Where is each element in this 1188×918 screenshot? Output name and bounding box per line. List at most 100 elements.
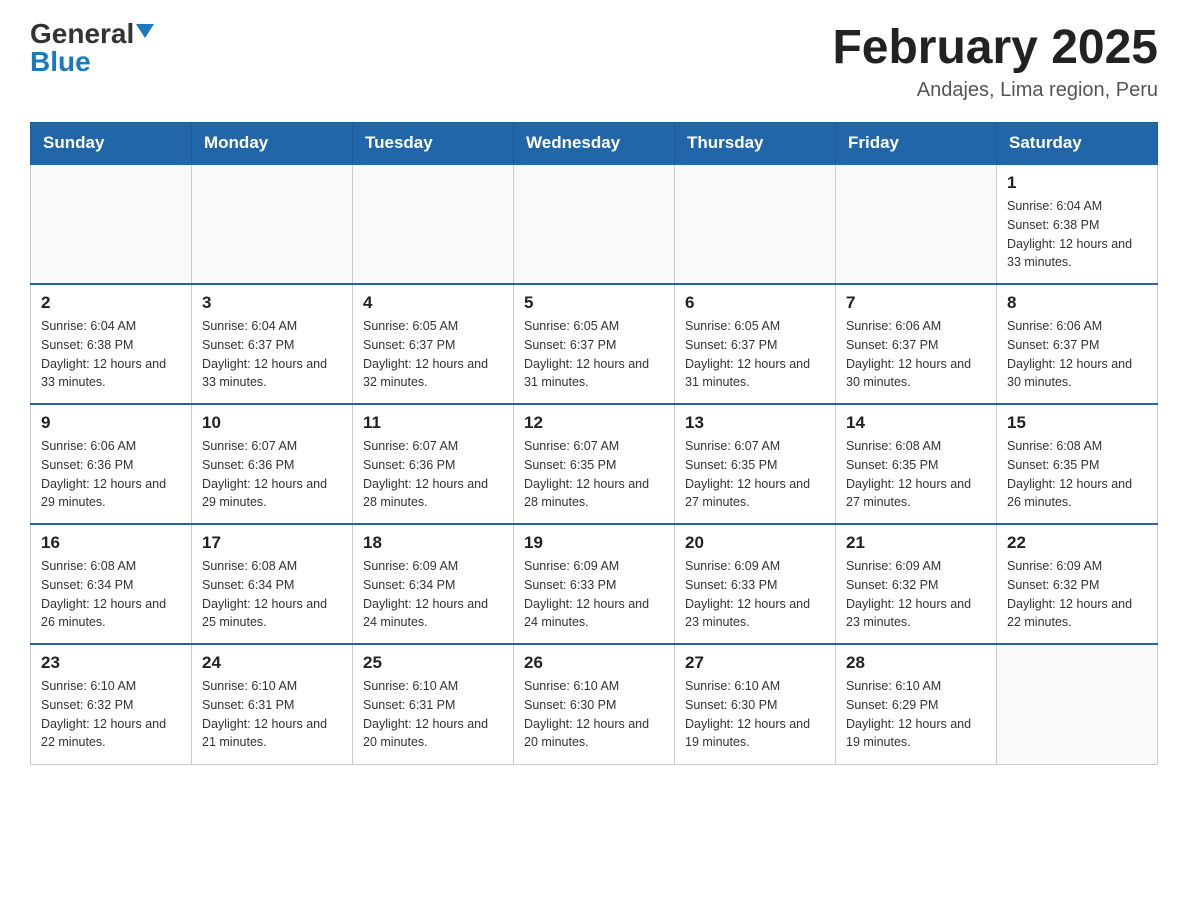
calendar-cell: 20 Sunrise: 6:09 AM Sunset: 6:33 PM Dayli… xyxy=(675,524,836,644)
day-number: 2 xyxy=(41,293,181,313)
calendar-cell: 7Sunrise: 6:06 AM Sunset: 6:37 PM Daylig… xyxy=(836,284,997,404)
day-info: Sunrise: 6:09 AM Sunset: 6:33 PM Dayligh… xyxy=(524,557,664,632)
day-number: 19 xyxy=(524,533,664,553)
day-info: Sunrise: 6:07 AM Sunset: 6:36 PM Dayligh… xyxy=(202,437,342,512)
day-info: Sunrise: 6:09 AM Sunset: 6:34 PM Dayligh… xyxy=(363,557,503,632)
logo-general: General xyxy=(30,20,134,48)
calendar-header: SundayMondayTuesdayWednesdayThursdayFrid… xyxy=(31,123,1158,165)
day-number: 10 xyxy=(202,413,342,433)
day-info: Sunrise: 6:08 AM Sunset: 6:34 PM Dayligh… xyxy=(202,557,342,632)
day-info: Sunrise: 6:10 AM Sunset: 6:30 PM Dayligh… xyxy=(524,677,664,752)
day-number: 27 xyxy=(685,653,825,673)
day-number: 14 xyxy=(846,413,986,433)
day-number: 6 xyxy=(685,293,825,313)
day-info: Sunrise: 6:10 AM Sunset: 6:31 PM Dayligh… xyxy=(202,677,342,752)
day-header-thursday: Thursday xyxy=(675,123,836,165)
logo: General Blue xyxy=(30,20,154,76)
calendar-cell xyxy=(353,164,514,284)
calendar-cell: 10 Sunrise: 6:07 AM Sunset: 6:36 PM Dayli… xyxy=(192,404,353,524)
day-info: Sunrise: 6:09 AM Sunset: 6:33 PM Dayligh… xyxy=(685,557,825,632)
calendar-cell: 17 Sunrise: 6:08 AM Sunset: 6:34 PM Dayli… xyxy=(192,524,353,644)
day-info: Sunrise: 6:07 AM Sunset: 6:36 PM Dayligh… xyxy=(363,437,503,512)
day-number: 28 xyxy=(846,653,986,673)
calendar-cell: 2 Sunrise: 6:04 AM Sunset: 6:38 PM Daylig… xyxy=(31,284,192,404)
calendar-week-2: 9 Sunrise: 6:06 AM Sunset: 6:36 PM Daylig… xyxy=(31,404,1158,524)
page-header: General Blue February 2025 Andajes, Lima… xyxy=(30,20,1158,102)
calendar-cell xyxy=(31,164,192,284)
calendar-cell: 14 Sunrise: 6:08 AM Sunset: 6:35 PM Dayli… xyxy=(836,404,997,524)
day-number: 8 xyxy=(1007,293,1147,313)
calendar-cell: 4Sunrise: 6:05 AM Sunset: 6:37 PM Daylig… xyxy=(353,284,514,404)
logo-blue: Blue xyxy=(30,48,91,76)
day-info: Sunrise: 6:08 AM Sunset: 6:35 PM Dayligh… xyxy=(846,437,986,512)
calendar-cell: 15 Sunrise: 6:08 AM Sunset: 6:35 PM Dayli… xyxy=(997,404,1158,524)
day-header-sunday: Sunday xyxy=(31,123,192,165)
calendar-cell xyxy=(192,164,353,284)
logo-arrow-icon xyxy=(136,24,154,43)
day-number: 12 xyxy=(524,413,664,433)
calendar-cell xyxy=(836,164,997,284)
calendar-cell: 22Sunrise: 6:09 AM Sunset: 6:32 PM Dayli… xyxy=(997,524,1158,644)
day-header-friday: Friday xyxy=(836,123,997,165)
calendar-cell xyxy=(997,644,1158,764)
calendar-cell: 26 Sunrise: 6:10 AM Sunset: 6:30 PM Dayli… xyxy=(514,644,675,764)
day-info: Sunrise: 6:04 AM Sunset: 6:38 PM Dayligh… xyxy=(41,317,181,392)
calendar-cell: 13Sunrise: 6:07 AM Sunset: 6:35 PM Dayli… xyxy=(675,404,836,524)
calendar-week-1: 2 Sunrise: 6:04 AM Sunset: 6:38 PM Daylig… xyxy=(31,284,1158,404)
day-number: 26 xyxy=(524,653,664,673)
day-info: Sunrise: 6:06 AM Sunset: 6:37 PM Dayligh… xyxy=(846,317,986,392)
calendar-cell: 19 Sunrise: 6:09 AM Sunset: 6:33 PM Dayli… xyxy=(514,524,675,644)
day-number: 15 xyxy=(1007,413,1147,433)
day-info: Sunrise: 6:05 AM Sunset: 6:37 PM Dayligh… xyxy=(524,317,664,392)
day-number: 5 xyxy=(524,293,664,313)
day-header-wednesday: Wednesday xyxy=(514,123,675,165)
calendar-cell: 5 Sunrise: 6:05 AM Sunset: 6:37 PM Daylig… xyxy=(514,284,675,404)
day-info: Sunrise: 6:08 AM Sunset: 6:35 PM Dayligh… xyxy=(1007,437,1147,512)
day-info: Sunrise: 6:10 AM Sunset: 6:31 PM Dayligh… xyxy=(363,677,503,752)
day-info: Sunrise: 6:05 AM Sunset: 6:37 PM Dayligh… xyxy=(363,317,503,392)
calendar-cell: 8 Sunrise: 6:06 AM Sunset: 6:37 PM Daylig… xyxy=(997,284,1158,404)
day-info: Sunrise: 6:06 AM Sunset: 6:36 PM Dayligh… xyxy=(41,437,181,512)
calendar-cell: 25 Sunrise: 6:10 AM Sunset: 6:31 PM Dayli… xyxy=(353,644,514,764)
day-number: 16 xyxy=(41,533,181,553)
day-info: Sunrise: 6:09 AM Sunset: 6:32 PM Dayligh… xyxy=(1007,557,1147,632)
calendar-cell: 1 Sunrise: 6:04 AM Sunset: 6:38 PM Daylig… xyxy=(997,164,1158,284)
day-number: 25 xyxy=(363,653,503,673)
day-number: 21 xyxy=(846,533,986,553)
calendar-cell: 28 Sunrise: 6:10 AM Sunset: 6:29 PM Dayli… xyxy=(836,644,997,764)
calendar-cell xyxy=(514,164,675,284)
day-info: Sunrise: 6:04 AM Sunset: 6:38 PM Dayligh… xyxy=(1007,197,1147,272)
calendar-week-4: 23 Sunrise: 6:10 AM Sunset: 6:32 PM Dayli… xyxy=(31,644,1158,764)
day-number: 3 xyxy=(202,293,342,313)
day-info: Sunrise: 6:04 AM Sunset: 6:37 PM Dayligh… xyxy=(202,317,342,392)
day-number: 17 xyxy=(202,533,342,553)
calendar-cell: 21Sunrise: 6:09 AM Sunset: 6:32 PM Dayli… xyxy=(836,524,997,644)
calendar-cell: 16Sunrise: 6:08 AM Sunset: 6:34 PM Dayli… xyxy=(31,524,192,644)
day-header-saturday: Saturday xyxy=(997,123,1158,165)
month-title: February 2025 xyxy=(832,20,1158,75)
day-info: Sunrise: 6:06 AM Sunset: 6:37 PM Dayligh… xyxy=(1007,317,1147,392)
calendar-cell: 11 Sunrise: 6:07 AM Sunset: 6:36 PM Dayli… xyxy=(353,404,514,524)
day-header-monday: Monday xyxy=(192,123,353,165)
calendar-cell xyxy=(675,164,836,284)
day-info: Sunrise: 6:05 AM Sunset: 6:37 PM Dayligh… xyxy=(685,317,825,392)
calendar-cell: 12 Sunrise: 6:07 AM Sunset: 6:35 PM Dayli… xyxy=(514,404,675,524)
day-info: Sunrise: 6:10 AM Sunset: 6:32 PM Dayligh… xyxy=(41,677,181,752)
calendar-cell: 9 Sunrise: 6:06 AM Sunset: 6:36 PM Daylig… xyxy=(31,404,192,524)
day-number: 9 xyxy=(41,413,181,433)
day-number: 20 xyxy=(685,533,825,553)
calendar-week-3: 16 Sunrise: 6:08 AM Sunset: 6:34 PM Dayli… xyxy=(31,524,1158,644)
calendar-cell: 6 Sunrise: 6:05 AM Sunset: 6:37 PM Daylig… xyxy=(675,284,836,404)
calendar-cell: 27 Sunrise: 6:10 AM Sunset: 6:30 PM Dayli… xyxy=(675,644,836,764)
calendar-cell: 23 Sunrise: 6:10 AM Sunset: 6:32 PM Dayli… xyxy=(31,644,192,764)
calendar-cell: 18Sunrise: 6:09 AM Sunset: 6:34 PM Dayli… xyxy=(353,524,514,644)
day-info: Sunrise: 6:10 AM Sunset: 6:29 PM Dayligh… xyxy=(846,677,986,752)
day-info: Sunrise: 6:07 AM Sunset: 6:35 PM Dayligh… xyxy=(524,437,664,512)
day-number: 1 xyxy=(1007,173,1147,193)
day-number: 23 xyxy=(41,653,181,673)
calendar-body: 1 Sunrise: 6:04 AM Sunset: 6:38 PM Daylig… xyxy=(31,164,1158,764)
day-number: 24 xyxy=(202,653,342,673)
day-info: Sunrise: 6:10 AM Sunset: 6:30 PM Dayligh… xyxy=(685,677,825,752)
day-number: 13 xyxy=(685,413,825,433)
day-number: 11 xyxy=(363,413,503,433)
